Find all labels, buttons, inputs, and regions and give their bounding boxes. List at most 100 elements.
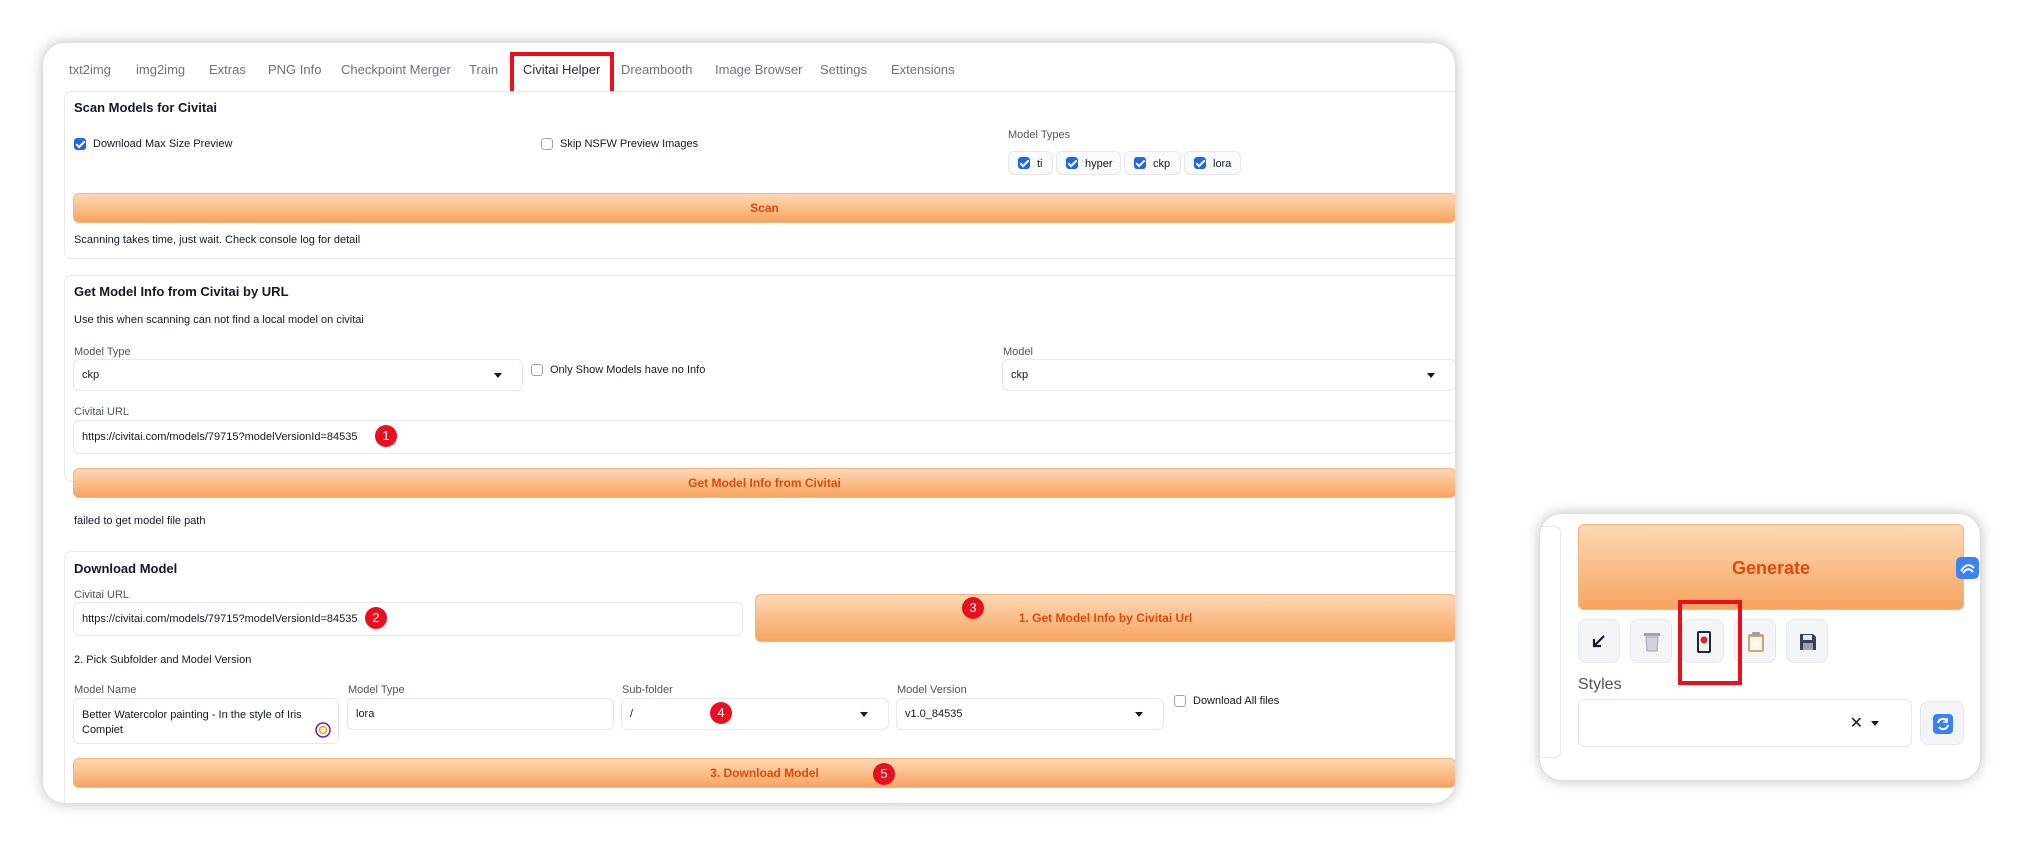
translate-icon[interactable] — [1955, 556, 1980, 580]
styles-dropdown[interactable]: ✕ — [1578, 699, 1912, 747]
download-all-files-label: Download All files — [1193, 695, 1280, 707]
scan-title: Scan Models for Civitai — [74, 100, 218, 115]
download-url-value: https://civitai.com/models/79715?modelVe… — [82, 613, 358, 625]
download-title: Download Model — [74, 561, 178, 576]
model-version-value: v1.0_84535 — [905, 708, 963, 720]
model-name-field[interactable]: Better Watercolor painting - In the styl… — [73, 698, 339, 744]
scan-note: Scanning takes time, just wait. Check co… — [74, 234, 361, 246]
download-max-preview-label: Download Max Size Preview — [93, 138, 233, 150]
download-url-input[interactable]: https://civitai.com/models/79715?modelVe… — [73, 602, 743, 636]
model-type-ckp-label: ckp — [1153, 158, 1171, 170]
civitai-url-input[interactable]: https://civitai.com/models/79715?modelVe… — [73, 420, 1455, 454]
step-badge-2: 2 — [365, 607, 387, 629]
styles-label: Styles — [1578, 676, 1622, 693]
download-model-type-field[interactable]: lora — [347, 698, 614, 730]
download-url-label: Civitai URL — [74, 589, 130, 601]
chevron-down-icon — [494, 373, 502, 378]
download-model-type-value: lora — [356, 708, 375, 720]
clipboard-icon — [1748, 632, 1764, 652]
model-version-label: Model Version — [897, 684, 967, 696]
model-version-dropdown[interactable]: v1.0_84535 — [896, 698, 1164, 730]
model-type-hyper[interactable]: hyper — [1056, 151, 1121, 175]
tab-dreambooth[interactable]: Dreambooth — [621, 62, 693, 77]
tab-extras[interactable]: Extras — [209, 62, 246, 77]
model-type-value: ckp — [82, 369, 100, 381]
model-type-label: Model Type — [74, 346, 131, 358]
tab-extensions[interactable]: Extensions — [891, 62, 955, 77]
model-name-line1: Better Watercolor painting - In the styl… — [82, 709, 302, 721]
pick-subfolder-label: 2. Pick Subfolder and Model Version — [74, 654, 252, 666]
tab-train[interactable]: Train — [469, 62, 498, 77]
subfolder-label: Sub-folder — [622, 684, 673, 696]
refresh-icon — [1933, 714, 1953, 734]
download-model-type-label: Model Type — [348, 684, 405, 696]
model-type-dropdown[interactable]: ckp — [73, 359, 523, 391]
model-type-hyper-checkbox[interactable] — [1066, 157, 1078, 169]
download-all-files-checkbox[interactable] — [1174, 695, 1186, 707]
model-type-lora[interactable]: lora — [1184, 151, 1241, 175]
get-info-title: Get Model Info from Civitai by URL — [74, 284, 289, 299]
chevron-down-icon — [1135, 712, 1143, 717]
model-type-ti-checkbox[interactable] — [1018, 157, 1030, 169]
arrow-down-left-icon — [1592, 635, 1605, 648]
get-model-info-by-url-button[interactable]: 1. Get Model Info by Civitai Url — [755, 594, 1455, 642]
only-show-no-info-checkbox[interactable] — [531, 364, 543, 376]
model-type-ti-label: ti — [1037, 158, 1043, 170]
model-type-hyper-label: hyper — [1085, 158, 1113, 170]
tab-txt2img[interactable]: txt2img — [69, 62, 111, 77]
get-info-status: failed to get model file path — [74, 515, 206, 527]
save-style-button[interactable] — [1786, 619, 1828, 663]
model-value: ckp — [1011, 369, 1029, 381]
subfolder-value: / — [630, 708, 634, 720]
civitai-url-value: https://civitai.com/models/79715?modelVe… — [82, 431, 358, 443]
download-max-preview-checkbox[interactable] — [74, 138, 86, 150]
chevron-down-icon[interactable] — [1871, 721, 1879, 726]
step-badge-4: 4 — [710, 702, 732, 724]
model-type-ti[interactable]: ti — [1008, 151, 1053, 175]
chevron-down-icon — [860, 712, 868, 717]
step-badge-5: 5 — [873, 763, 895, 785]
civitai-helper-panel: txt2img img2img Extras PNG Info Checkpoi… — [43, 43, 1455, 803]
get-info-description: Use this when scanning can not find a lo… — [74, 314, 364, 326]
model-types-label: Model Types — [1008, 129, 1071, 141]
step-badge-3: 3 — [962, 597, 984, 619]
left-edge-strip — [1540, 526, 1561, 758]
generate-button[interactable]: Generate — [1578, 524, 1964, 610]
civitai-url-label: Civitai URL — [74, 406, 130, 418]
skip-nsfw-label: Skip NSFW Preview Images — [560, 138, 699, 150]
clear-prompt-button[interactable] — [1630, 619, 1672, 663]
model-label: Model — [1003, 346, 1033, 358]
only-show-no-info-label: Only Show Models have no Info — [550, 364, 706, 376]
civitai-helper-highlight — [1678, 600, 1742, 685]
refresh-styles-button[interactable] — [1920, 701, 1964, 745]
model-name-label: Model Name — [74, 684, 137, 696]
scan-section: Scan Models for Civitai Download Max Siz… — [64, 91, 1455, 259]
model-type-ckp-checkbox[interactable] — [1134, 157, 1146, 169]
step-badge-1: 1 — [375, 425, 397, 447]
get-model-info-button[interactable]: Get Model Info from Civitai — [73, 468, 1455, 498]
grammarly-icon[interactable] — [315, 722, 331, 738]
generate-panel: Generate Styles ✕ — [1540, 514, 1980, 780]
tab-settings[interactable]: Settings — [820, 62, 867, 77]
chevron-down-icon — [1427, 373, 1435, 378]
save-icon — [1800, 634, 1816, 650]
skip-nsfw-checkbox[interactable] — [541, 138, 553, 150]
scan-button[interactable]: Scan — [73, 193, 1455, 223]
tab-checkpoint-merger[interactable]: Checkpoint Merger — [341, 62, 451, 77]
model-type-ckp[interactable]: ckp — [1124, 151, 1181, 175]
restore-prompt-button[interactable] — [1578, 619, 1620, 663]
download-model-button[interactable]: 3. Download Model — [73, 758, 1455, 788]
active-tab-highlight — [510, 52, 614, 96]
model-type-lora-checkbox[interactable] — [1194, 157, 1206, 169]
tab-img2img[interactable]: img2img — [136, 62, 185, 77]
model-dropdown[interactable]: ckp — [1002, 359, 1455, 391]
download-model-section: Download Model Civitai URL https://civit… — [64, 551, 1455, 803]
model-type-lora-label: lora — [1213, 158, 1232, 170]
get-model-info-section: Get Model Info from Civitai by URL Use t… — [64, 275, 1455, 498]
tab-png-info[interactable]: PNG Info — [268, 62, 321, 77]
trash-icon — [1644, 633, 1660, 652]
model-name-line2: Compiet — [82, 724, 123, 736]
subfolder-dropdown[interactable]: / — [621, 698, 889, 730]
tab-image-browser[interactable]: Image Browser — [715, 62, 802, 77]
clear-icon[interactable]: ✕ — [1850, 713, 1863, 733]
